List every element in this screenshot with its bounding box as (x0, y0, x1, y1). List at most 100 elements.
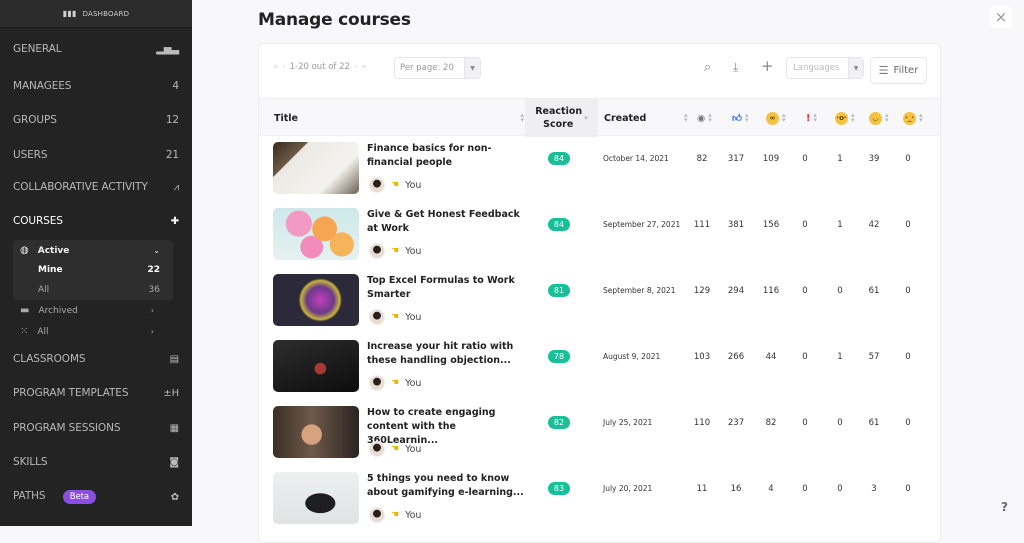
course-title[interactable]: 5 things you need to know about gamifyin… (367, 472, 527, 500)
sidebar-item-program-templates[interactable]: PROGRAM TEMPLATES ±H (13, 387, 179, 399)
sidebar-item-general[interactable]: GENERAL ▂▅▃ (13, 43, 179, 55)
courses-all-label: All (37, 326, 49, 337)
table-row[interactable]: Increase your hit ratio with these handl… (259, 334, 940, 400)
table-row[interactable]: Top Excel Formulas to Work Smarter ☚ You… (259, 268, 940, 334)
page-title: Manage courses (258, 10, 411, 30)
chevron-right-icon: › (150, 306, 154, 315)
course-thumbnail[interactable] (273, 340, 359, 392)
table-row[interactable]: Give & Get Honest Feedback at Work ☚ You… (259, 202, 940, 268)
filter-button[interactable]: ☰ Filter (870, 57, 927, 84)
column-header-title[interactable]: Title ▴ ▾ (274, 99, 524, 137)
sort-icon[interactable]: ▴ ▾ (681, 99, 688, 137)
help-icon: ? (1001, 500, 1008, 514)
column-header-surprised[interactable]: ·o· ▴ ▾ (835, 99, 855, 137)
stat-views: 129 (693, 286, 711, 296)
courses-archived-label: Archived (38, 305, 78, 316)
next-page-icon[interactable]: › (354, 62, 357, 72)
courses-all-link[interactable]: ⁙ All › (20, 326, 154, 337)
close-button[interactable]: × (990, 6, 1012, 28)
sort-desc-icon: ▾ (584, 113, 588, 122)
stat-alert: 0 (802, 154, 808, 164)
happy-face-icon: ◡ (869, 111, 882, 125)
avatar (369, 243, 385, 259)
archive-icon: ▬ (20, 305, 30, 316)
column-header-happy[interactable]: ◡ ▴ ▾ (869, 99, 889, 137)
stat-views: 110 (693, 418, 711, 428)
download-icon[interactable]: ⤓ (733, 60, 738, 75)
avatar (369, 375, 385, 391)
sidebar-item-collaborative-activity[interactable]: COLLABORATIVE ACTIVITY ⩘ (13, 181, 179, 193)
per-page-select[interactable]: Per page: 20 ▼ (394, 57, 481, 79)
sidebar-item-count: 4 (172, 80, 179, 92)
sidebar-item-managees[interactable]: MANAGEES 4 (13, 80, 179, 92)
course-thumbnail[interactable] (273, 274, 359, 326)
created-date: September 27, 2021 (603, 220, 681, 229)
owner-name: You (405, 311, 422, 323)
languages-select[interactable]: Languages ▼ (786, 57, 864, 79)
table-row[interactable]: How to create engaging content with the … (259, 400, 940, 466)
sidebar-item-users[interactable]: USERS 21 (13, 149, 179, 161)
thumbs-up-icon: 👍︎ (732, 113, 742, 124)
column-header-reaction-score[interactable]: Reaction Score ▾ (525, 99, 598, 137)
activity-icon: ⩘ (173, 181, 179, 193)
stat-nerd: 4 (768, 484, 774, 494)
close-icon: × (994, 8, 1008, 26)
first-page-icon[interactable]: « (273, 62, 278, 72)
column-header-confused[interactable]: ·_· ▴ ▾ (903, 99, 923, 137)
column-header-likes[interactable]: 👍︎ ▴ ▾ (732, 99, 748, 137)
prev-page-icon[interactable]: ‹ (282, 62, 285, 72)
sidebar-item-program-sessions[interactable]: PROGRAM SESSIONS ▦ (13, 422, 179, 434)
pointing-hand-icon: ☚ (391, 378, 400, 388)
column-header-nerd[interactable]: ∞ ▴ ▾ (766, 99, 786, 137)
bar-chart-icon: ▮▮▮ (62, 9, 77, 18)
stat-likes: 317 (727, 154, 745, 164)
stat-surprised: 1 (837, 220, 843, 230)
course-owner: ☚ You (369, 507, 421, 523)
sidebar-item-classrooms[interactable]: CLASSROOMS ▤ (13, 353, 179, 365)
column-header-created[interactable]: Created (604, 99, 684, 137)
reaction-score-badge: 83 (548, 482, 570, 495)
course-thumbnail[interactable] (273, 472, 359, 524)
course-thumbnail[interactable] (273, 142, 359, 194)
sidebar-item-skills[interactable]: SKILLS ◙ (13, 456, 179, 468)
course-thumbnail[interactable] (273, 406, 359, 458)
stat-views: 82 (696, 154, 708, 164)
created-date: August 9, 2021 (603, 352, 661, 361)
sidebar-item-label: PATHS (13, 490, 46, 502)
column-header-views[interactable]: ◉ ▴ ▾ (697, 99, 712, 137)
reaction-score-badge: 78 (548, 350, 570, 363)
help-button[interactable]: ? (1001, 500, 1008, 514)
add-icon[interactable]: + (761, 57, 774, 75)
stat-views: 103 (693, 352, 711, 362)
stat-views: 111 (693, 220, 711, 230)
last-page-icon[interactable]: » (361, 62, 366, 72)
avatar (369, 441, 385, 457)
sidebar-item-groups[interactable]: GROUPS 12 (13, 114, 179, 126)
stat-confused: 0 (905, 418, 911, 428)
course-owner: ☚ You (369, 243, 421, 259)
courses-active-toggle[interactable]: ◍ Active ⌄ (20, 245, 160, 256)
course-title[interactable]: Increase your hit ratio with these handl… (367, 340, 527, 368)
column-header-alert[interactable]: ! ▴ ▾ (806, 99, 817, 137)
dashboard-link[interactable]: ▮▮▮ DASHBOARD (0, 0, 192, 28)
search-icon[interactable]: ⌕ (704, 60, 711, 75)
course-title[interactable]: Finance basics for non-financial people (367, 142, 527, 170)
courses-archived-link[interactable]: ▬ Archived › (20, 305, 154, 316)
course-title[interactable]: Top Excel Formulas to Work Smarter (367, 274, 527, 302)
stat-surprised: 1 (837, 352, 843, 362)
sidebar-item-courses[interactable]: COURSES ✚ (13, 215, 179, 227)
bar-chart-icon: ▂▅▃ (156, 43, 179, 55)
course-owner: ☚ You (369, 309, 421, 325)
sidebar-item-label: COURSES (13, 215, 63, 227)
courses-active-all-link[interactable]: All 36 (38, 285, 160, 295)
course-thumbnail[interactable] (273, 208, 359, 260)
course-title[interactable]: Give & Get Honest Feedback at Work (367, 208, 527, 236)
courses-mine-link[interactable]: Mine 22 (38, 265, 160, 275)
table-row[interactable]: 5 things you need to know about gamifyin… (259, 466, 940, 532)
course-owner: ☚ You (369, 177, 421, 193)
reaction-score-badge: 81 (548, 284, 570, 297)
table-row[interactable]: Finance basics for non-financial people … (259, 136, 940, 202)
sort-icon: ▴ ▾ (520, 111, 524, 124)
sidebar-item-paths[interactable]: PATHS Beta ✿ (13, 490, 179, 504)
globe-icon: ◍ (20, 245, 29, 256)
